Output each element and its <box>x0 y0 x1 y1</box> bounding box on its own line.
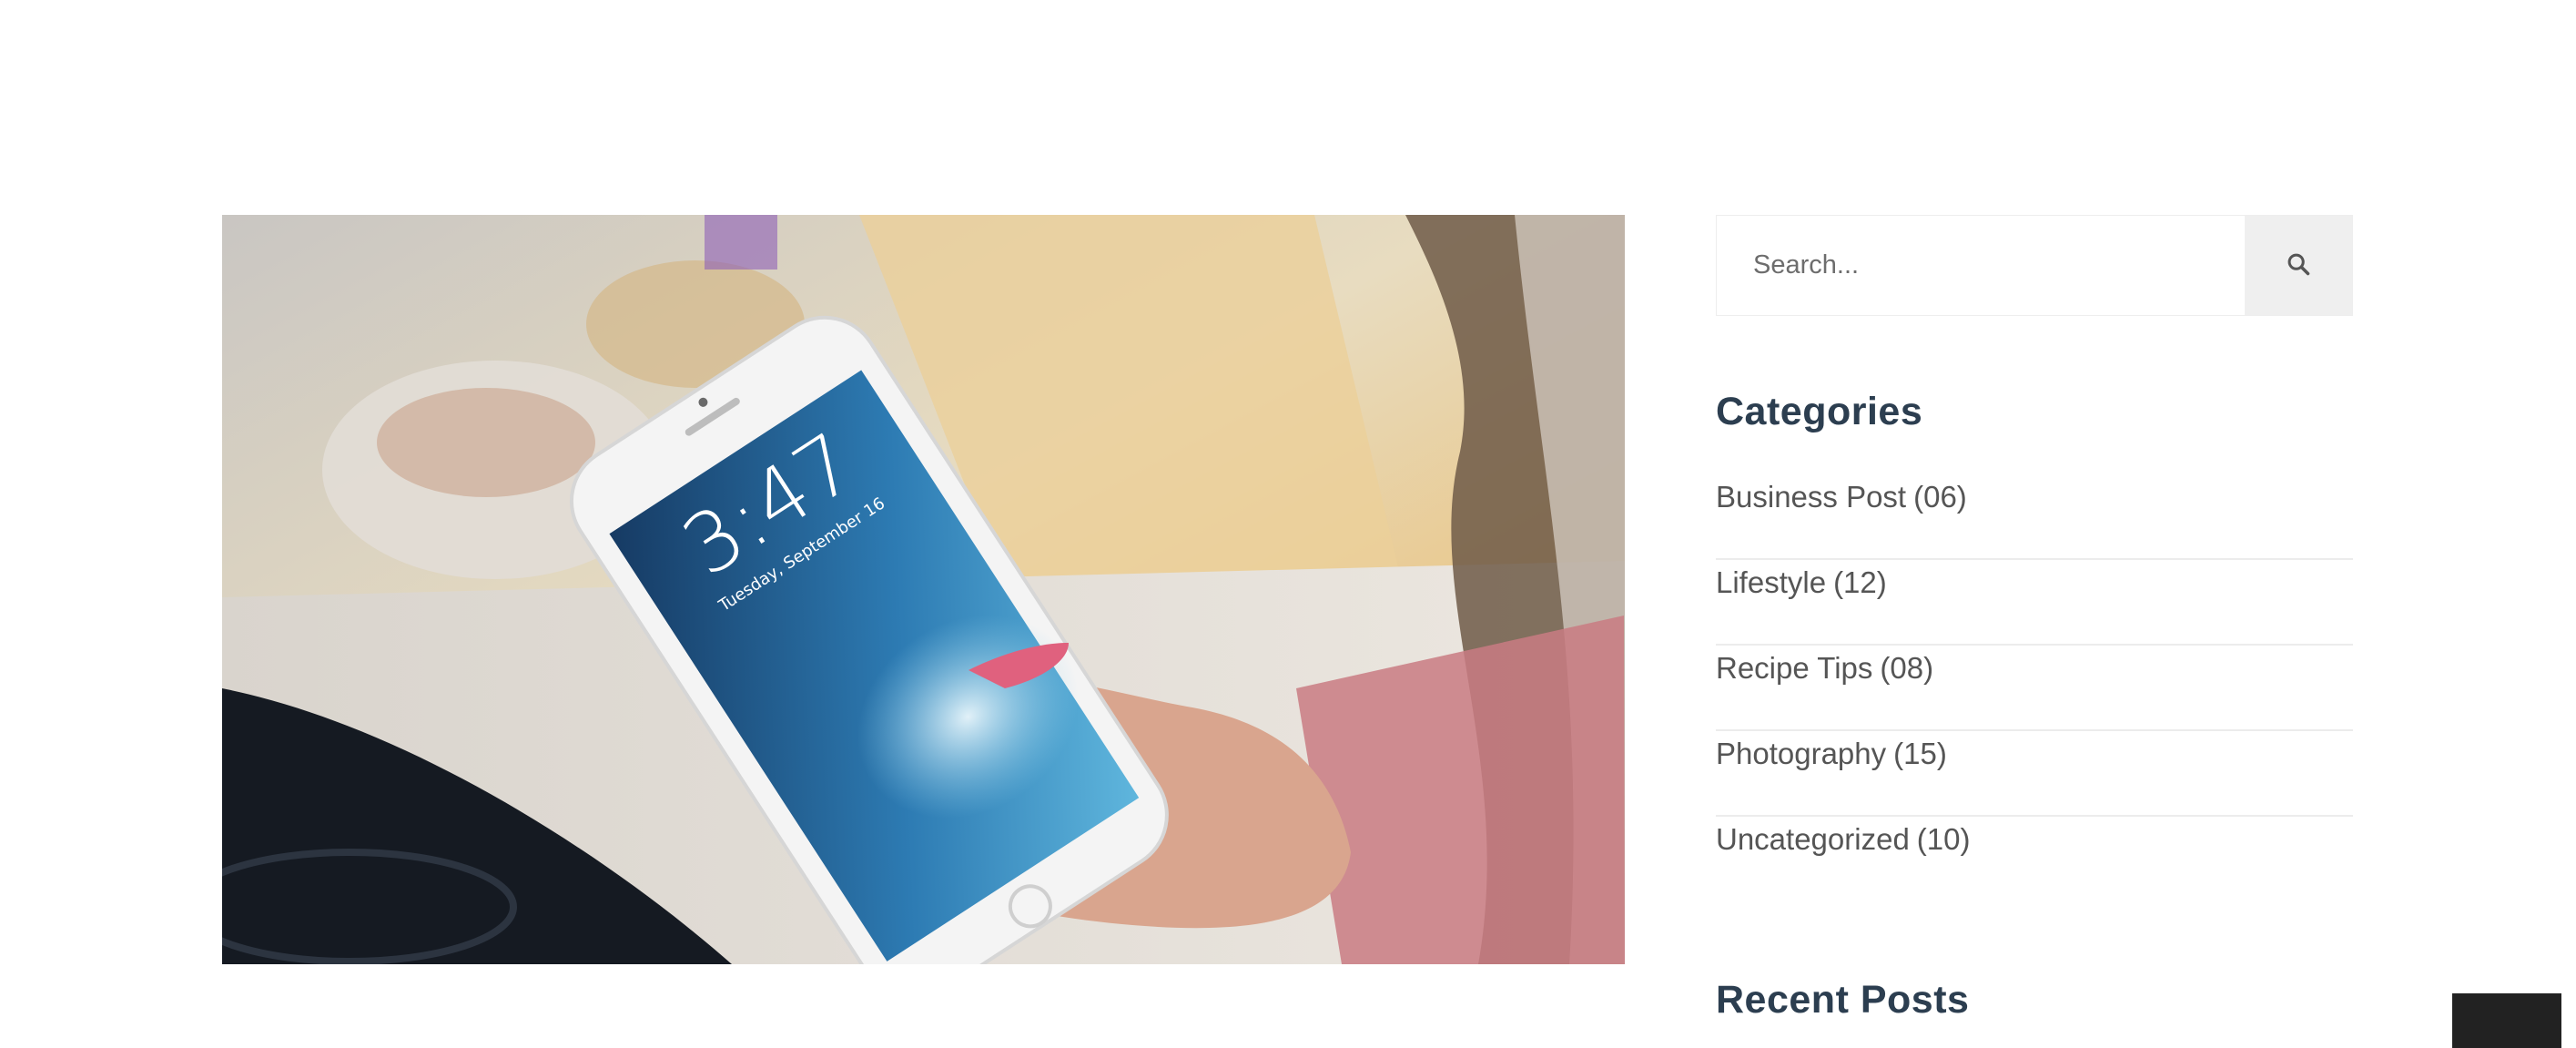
search-input[interactable] <box>1717 216 2245 315</box>
category-link-lifestyle[interactable]: Lifestyle (12) <box>1716 560 1887 597</box>
category-name: Uncategorized <box>1716 822 1910 856</box>
category-count: (08) <box>1880 651 1934 685</box>
category-count: (12) <box>1833 565 1887 599</box>
recent-posts-title: Recent Posts <box>1716 978 1970 1022</box>
featured-post-image[interactable]: 3:47 Tuesday, September 16 <box>222 215 1625 964</box>
search-form <box>1716 215 2353 316</box>
category-name: Recipe Tips <box>1716 651 1873 685</box>
categories-list: Business Post (06) Lifestyle (12) Recipe… <box>1716 474 2353 902</box>
category-name: Photography <box>1716 737 1887 770</box>
search-icon <box>2286 251 2311 280</box>
list-item: Recipe Tips (08) <box>1716 646 2353 731</box>
list-item: Photography (15) <box>1716 731 2353 817</box>
category-count: (15) <box>1893 737 1947 770</box>
list-item: Business Post (06) <box>1716 474 2353 560</box>
search-button[interactable] <box>2245 216 2352 315</box>
category-count: (06) <box>1913 480 1967 514</box>
category-link-photography[interactable]: Photography (15) <box>1716 731 1947 768</box>
sidebar: Categories Business Post (06) Lifestyle … <box>1716 215 2353 1022</box>
scroll-to-top-button[interactable] <box>2452 993 2561 1048</box>
category-name: Business Post <box>1716 480 1907 514</box>
category-link-business-post[interactable]: Business Post (06) <box>1716 474 1967 512</box>
list-item: Uncategorized (10) <box>1716 817 2353 902</box>
category-link-recipe-tips[interactable]: Recipe Tips (08) <box>1716 646 1933 683</box>
category-name: Lifestyle <box>1716 565 1827 599</box>
list-item: Lifestyle (12) <box>1716 560 2353 646</box>
category-link-uncategorized[interactable]: Uncategorized (10) <box>1716 817 1970 854</box>
categories-title: Categories <box>1716 390 1923 433</box>
phone-in-hand-photo: 3:47 Tuesday, September 16 <box>222 215 1625 964</box>
category-count: (10) <box>1916 822 1971 856</box>
